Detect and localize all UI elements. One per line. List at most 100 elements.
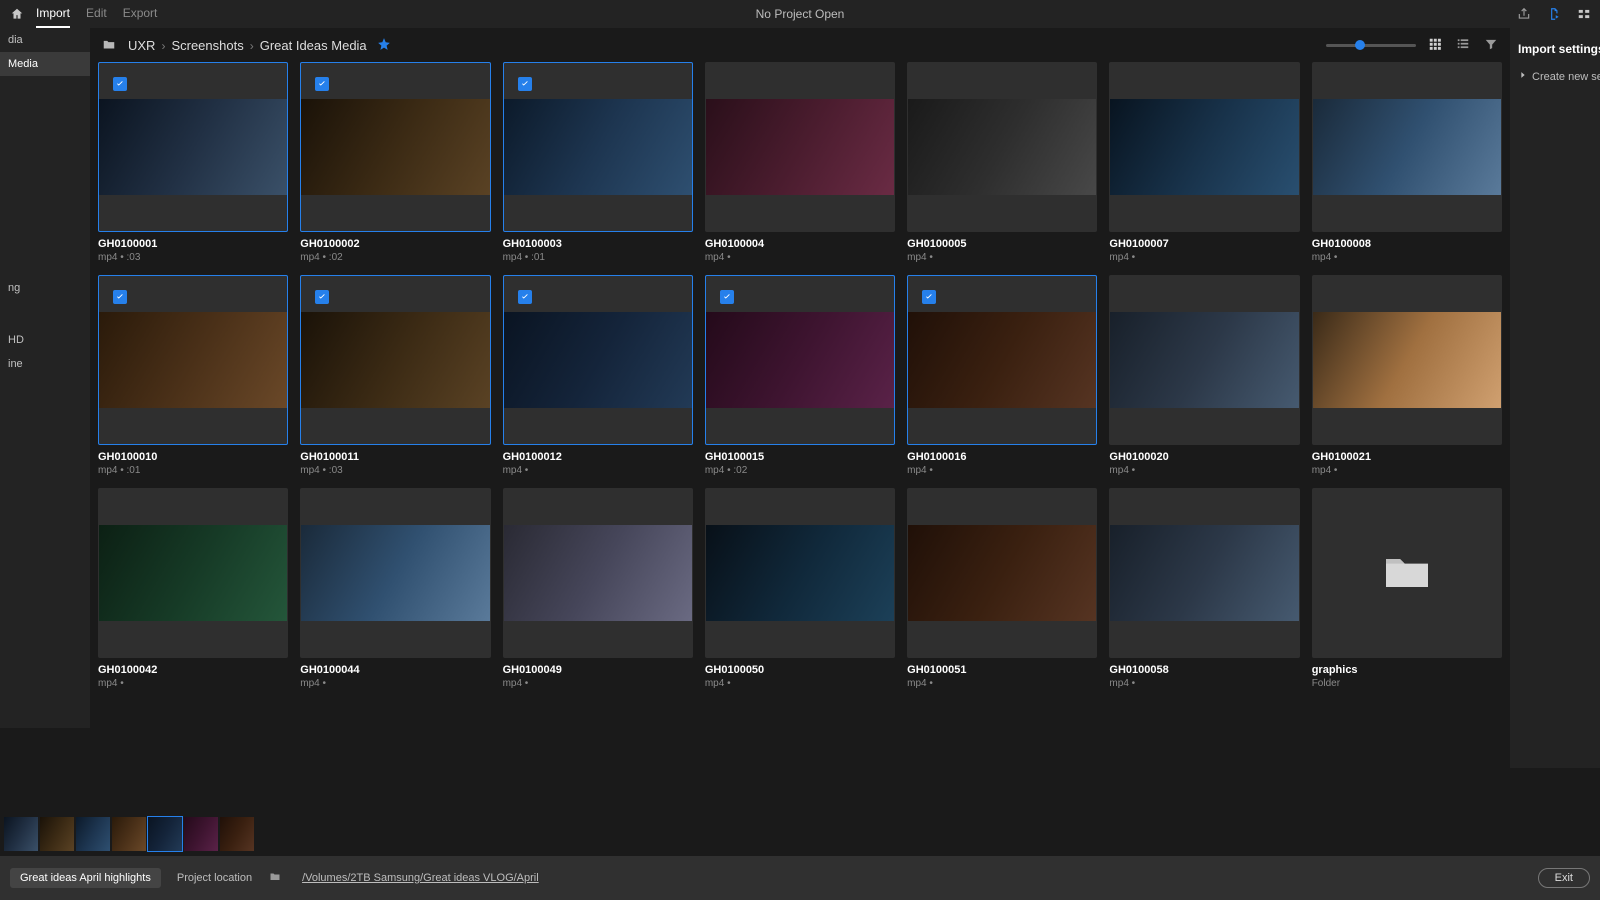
clip-thumbnail[interactable] [98, 488, 288, 658]
selection-checkbox[interactable] [720, 290, 734, 304]
project-location-path[interactable]: /Volumes/2TB Samsung/Great ideas VLOG/Ap… [302, 872, 539, 884]
exit-button[interactable]: Exit [1538, 868, 1590, 888]
media-card: GH0100020mp4 • [1109, 275, 1299, 476]
folder-icon[interactable] [268, 871, 282, 886]
thumbnail-image [1110, 312, 1298, 408]
breadcrumb-item[interactable]: UXR [128, 38, 155, 53]
tab-export[interactable]: Export [123, 0, 158, 28]
clip-name: GH0100015 [705, 451, 895, 463]
clip-meta: mp4 • [1109, 465, 1299, 476]
media-card: GH0100007mp4 • [1109, 62, 1299, 263]
workspaces-icon[interactable] [1576, 6, 1592, 22]
tab-import[interactable]: Import [36, 0, 70, 28]
clip-thumbnail[interactable] [300, 275, 490, 445]
clip-thumbnail[interactable] [300, 62, 490, 232]
media-card: GH0100016 mp4 • [907, 275, 1097, 476]
thumbnail-image [504, 312, 692, 408]
sidebar-item[interactable]: dia [0, 28, 90, 52]
clip-thumbnail[interactable] [98, 62, 288, 232]
media-browser: GH0100001mp4 • :03GH0100002mp4 • :02GH01… [90, 62, 1510, 768]
thumbnail-image [504, 99, 692, 195]
clip-thumbnail[interactable] [705, 62, 895, 232]
thumbnail-image [706, 312, 894, 408]
clip-thumbnail[interactable] [907, 488, 1097, 658]
tray-thumbnail[interactable] [40, 817, 74, 851]
list-view-icon[interactable] [1456, 37, 1472, 53]
clip-meta: mp4 • [1312, 252, 1502, 263]
quick-export-icon[interactable] [1546, 6, 1562, 22]
clip-name: GH0100003 [503, 238, 693, 250]
clip-name: GH0100016 [907, 451, 1097, 463]
thumbnail-image [99, 525, 287, 621]
clip-thumbnail[interactable] [1109, 275, 1299, 445]
clip-thumbnail[interactable] [1312, 275, 1502, 445]
sidebar-item[interactable]: ine [0, 352, 90, 376]
clip-thumbnail[interactable] [503, 62, 693, 232]
thumbnail-image [1110, 525, 1298, 621]
tab-edit[interactable]: Edit [86, 0, 107, 28]
thumbnail-image [301, 312, 489, 408]
thumbnail-image [908, 99, 1096, 195]
clip-name: GH0100050 [705, 664, 895, 676]
clip-meta: mp4 • [907, 465, 1097, 476]
sidebar-item[interactable]: ng [0, 276, 90, 300]
sidebar-item[interactable]: Media [0, 52, 90, 76]
clip-thumbnail[interactable] [300, 488, 490, 658]
clip-meta: mp4 • [907, 252, 1097, 263]
share-icon[interactable] [1516, 6, 1532, 22]
clip-thumbnail[interactable] [1312, 62, 1502, 232]
media-card: GH0100011mp4 • :03 [300, 275, 490, 476]
tray-thumbnail[interactable] [184, 817, 218, 851]
media-card: GH0100051mp4 • [907, 488, 1097, 689]
selection-checkbox[interactable] [113, 77, 127, 91]
clip-thumbnail[interactable] [503, 275, 693, 445]
selection-checkbox[interactable] [315, 290, 329, 304]
clip-thumbnail[interactable] [1109, 62, 1299, 232]
home-icon[interactable] [8, 5, 26, 23]
folder-icon[interactable] [100, 38, 118, 52]
folder-thumbnail[interactable] [1312, 488, 1502, 658]
thumbnail-image [99, 312, 287, 408]
clip-name: GH0100010 [98, 451, 288, 463]
thumbnail-zoom-slider[interactable] [1326, 44, 1416, 47]
top-bar: ImportEditExport No Project Open [0, 0, 1600, 28]
favorite-icon[interactable] [377, 37, 391, 54]
selection-checkbox[interactable] [113, 290, 127, 304]
clip-thumbnail[interactable] [907, 62, 1097, 232]
project-name-field[interactable]: Great ideas April highlights [10, 868, 161, 888]
tray-thumbnail[interactable] [76, 817, 110, 851]
clip-meta: mp4 • :01 [503, 252, 693, 263]
clip-name: GH0100042 [98, 664, 288, 676]
clip-thumbnail[interactable] [907, 275, 1097, 445]
tray-thumbnail[interactable] [112, 817, 146, 851]
footer-bar: Great ideas April highlights Project loc… [0, 856, 1600, 900]
tray-thumbnail[interactable] [148, 817, 182, 851]
tray-thumbnail[interactable] [4, 817, 38, 851]
clip-meta: mp4 • [503, 678, 693, 689]
create-sequence-toggle-row[interactable]: Create new sequ [1518, 70, 1592, 83]
clip-thumbnail[interactable] [705, 488, 895, 658]
clip-name: GH0100008 [1312, 238, 1502, 250]
selection-checkbox[interactable] [518, 77, 532, 91]
media-card: GH0100001mp4 • :03 [98, 62, 288, 263]
media-card: GH0100004mp4 • [705, 62, 895, 263]
sidebar-item[interactable]: HD [0, 328, 90, 352]
selection-checkbox[interactable] [922, 290, 936, 304]
project-location-label: Project location [177, 872, 252, 884]
grid-view-icon[interactable] [1428, 37, 1444, 53]
filter-icon[interactable] [1484, 37, 1500, 53]
breadcrumb-item[interactable]: Great Ideas Media [260, 38, 367, 53]
tray-thumbnail[interactable] [220, 817, 254, 851]
clip-thumbnail[interactable] [1109, 488, 1299, 658]
breadcrumb-item[interactable]: Screenshots [171, 38, 243, 53]
selection-checkbox[interactable] [315, 77, 329, 91]
clip-meta: mp4 • [705, 252, 895, 263]
selection-checkbox[interactable] [518, 290, 532, 304]
media-card: GH0100003 mp4 • :01 [503, 62, 693, 263]
clip-name: GH0100021 [1312, 451, 1502, 463]
clip-meta: mp4 • :03 [98, 252, 288, 263]
clip-thumbnail[interactable] [705, 275, 895, 445]
clip-thumbnail[interactable] [503, 488, 693, 658]
clip-meta: mp4 • :03 [300, 465, 490, 476]
clip-thumbnail[interactable] [98, 275, 288, 445]
